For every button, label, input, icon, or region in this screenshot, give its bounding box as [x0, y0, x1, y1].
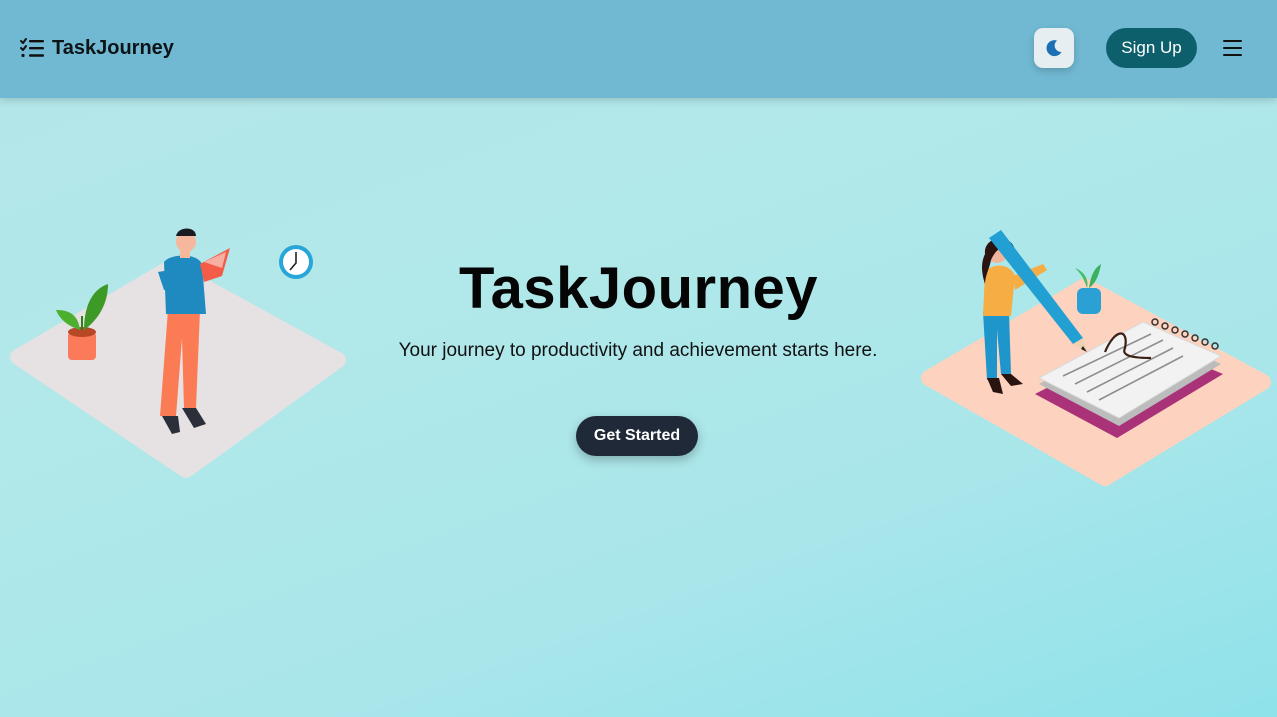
signup-button[interactable]: Sign Up	[1106, 28, 1197, 68]
theme-toggle-button[interactable]	[1034, 28, 1074, 68]
navbar: TaskJourney Sign Up	[0, 0, 1277, 98]
brand-name: TaskJourney	[52, 36, 174, 59]
checklist-icon	[20, 38, 44, 58]
hero-subtitle: Your journey to productivity and achieve…	[398, 340, 878, 361]
menu-button[interactable]	[1221, 38, 1245, 58]
get-started-button[interactable]: Get Started	[576, 416, 698, 456]
hero-title: TaskJourney	[458, 256, 819, 321]
hamburger-icon	[1223, 40, 1242, 56]
moon-icon	[1046, 40, 1062, 57]
brand-link[interactable]: TaskJourney	[20, 36, 174, 60]
